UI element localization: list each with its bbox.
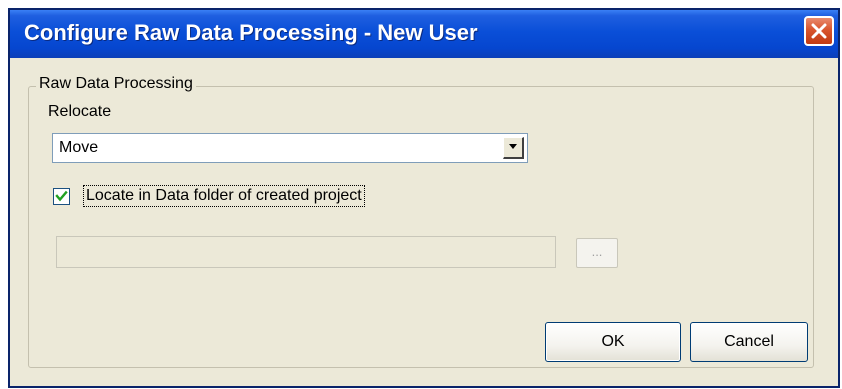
title-bar[interactable]: Configure Raw Data Processing - New User [10, 10, 838, 58]
group-title: Raw Data Processing [36, 75, 196, 93]
close-icon [811, 23, 827, 39]
relocate-select[interactable]: Move [52, 133, 528, 163]
relocate-dropdown-button[interactable] [503, 137, 524, 159]
browse-button: ... [576, 238, 618, 268]
close-button[interactable] [804, 16, 834, 46]
checkmark-icon [55, 190, 68, 202]
window-title: Configure Raw Data Processing - New User [24, 20, 478, 45]
folder-path-field [56, 236, 556, 268]
chevron-down-icon [509, 144, 517, 149]
relocate-label: Relocate [48, 103, 112, 120]
cancel-button[interactable]: Cancel [690, 322, 808, 362]
ok-button[interactable]: OK [545, 322, 681, 362]
locate-in-data-folder-label[interactable]: Locate in Data folder of created project [83, 185, 365, 207]
relocate-select-value: Move [59, 139, 99, 156]
locate-in-data-folder-checkbox[interactable] [53, 188, 70, 205]
